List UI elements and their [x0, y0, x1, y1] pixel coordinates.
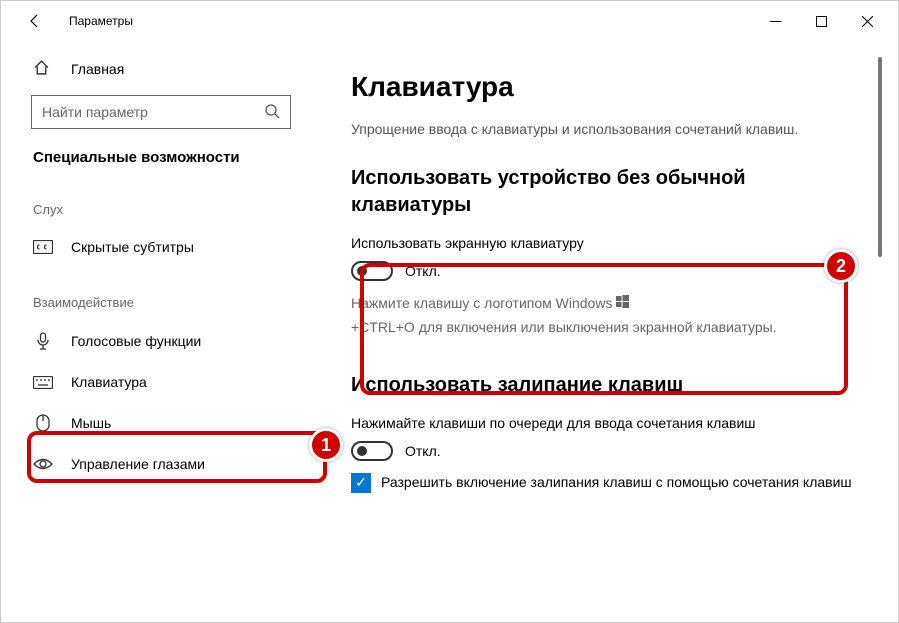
- sticky-shortcut-label: Разрешить включение залипания клавиш с п…: [381, 473, 852, 493]
- closed-captions-icon: [33, 240, 53, 254]
- osk-toggle[interactable]: [351, 261, 393, 281]
- sidebar-item-mouse[interactable]: Мышь: [13, 402, 309, 444]
- close-button[interactable]: [844, 5, 890, 37]
- sidebar-item-label: Клавиатура: [71, 374, 147, 390]
- annotation-badge-1: 1: [309, 428, 343, 462]
- back-button[interactable]: [19, 5, 51, 37]
- sidebar-item-label: Голосовые функции: [71, 333, 201, 349]
- sticky-setting: Нажимайте клавиши по очереди для ввода с…: [351, 411, 858, 501]
- windows-logo-icon: [616, 293, 629, 313]
- osk-label: Использовать экранную клавиатуру: [351, 235, 858, 251]
- section-sticky-title: Использовать залипание клавиш: [351, 372, 858, 399]
- sidebar: Главная Найти параметр Специальные возмо…: [1, 41, 321, 622]
- search-placeholder: Найти параметр: [42, 104, 148, 120]
- eye-icon: [33, 457, 53, 471]
- page-title: Клавиатура: [351, 71, 858, 103]
- minimize-button[interactable]: [752, 5, 798, 37]
- sticky-desc: Нажимайте клавиши по очереди для ввода с…: [351, 415, 858, 431]
- sidebar-item-label: Управление глазами: [71, 456, 205, 472]
- sticky-toggle[interactable]: [351, 441, 393, 461]
- osk-setting: Использовать экранную клавиатуру Откл. Н…: [351, 231, 858, 346]
- group-interaction-label: Взаимодействие: [13, 267, 309, 320]
- search-input[interactable]: Найти параметр: [31, 95, 291, 129]
- maximize-button[interactable]: [798, 5, 844, 37]
- microphone-icon: [33, 332, 53, 350]
- osk-hint: Нажмите клавишу с логотипом Windows +CTR…: [351, 293, 858, 338]
- sticky-shortcut-checkbox[interactable]: ✓: [351, 473, 371, 493]
- window-title: Параметры: [69, 14, 133, 28]
- mouse-icon: [33, 414, 53, 432]
- group-hearing-label: Слух: [13, 174, 309, 227]
- sidebar-item-keyboard[interactable]: Клавиатура: [13, 362, 309, 402]
- sidebar-home[interactable]: Главная: [13, 51, 309, 87]
- sidebar-home-label: Главная: [71, 61, 124, 77]
- main-panel: Клавиатура Упрощение ввода с клавиатуры …: [321, 41, 898, 622]
- search-icon: [264, 103, 280, 122]
- window-controls: [752, 5, 890, 37]
- keyboard-icon: [33, 376, 53, 389]
- sidebar-category: Специальные возможности: [13, 133, 309, 174]
- osk-toggle-state: Откл.: [405, 263, 441, 279]
- page-subtitle: Упрощение ввода с клавиатуры и использов…: [351, 121, 858, 137]
- sidebar-item-voice[interactable]: Голосовые функции: [13, 320, 309, 362]
- sidebar-item-label: Мышь: [71, 415, 111, 431]
- sidebar-item-captions[interactable]: Скрытые субтитры: [13, 227, 309, 267]
- home-icon: [33, 59, 53, 79]
- sidebar-item-label: Скрытые субтитры: [71, 239, 194, 255]
- sticky-toggle-state: Откл.: [405, 443, 441, 459]
- section-osk-title: Использовать устройство без обычной клав…: [351, 165, 858, 219]
- sidebar-item-eye-control[interactable]: Управление глазами: [13, 444, 309, 484]
- scrollbar-thumb[interactable]: [878, 57, 882, 257]
- annotation-badge-2: 2: [824, 249, 858, 283]
- titlebar: Параметры: [1, 1, 898, 41]
